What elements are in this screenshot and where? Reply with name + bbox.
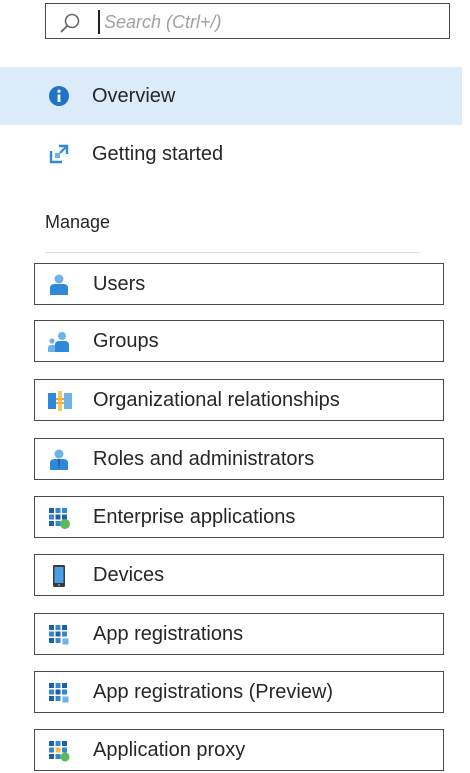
search-input[interactable] bbox=[98, 10, 444, 34]
user-icon bbox=[47, 273, 71, 297]
manage-item-users[interactable]: Users bbox=[34, 263, 444, 305]
enterprise-apps-icon bbox=[47, 506, 71, 530]
manage-item-organizational-relationships[interactable]: Organizational relationships bbox=[34, 379, 444, 421]
manage-item-label: Roles and administrators bbox=[93, 448, 315, 470]
manage-item-label: Organizational relationships bbox=[93, 389, 340, 411]
org-relationships-icon bbox=[47, 389, 72, 413]
app-registrations-preview-icon bbox=[47, 681, 71, 705]
manage-item-label: Enterprise applications bbox=[93, 506, 296, 528]
manage-item-app-registrations[interactable]: App registrations bbox=[34, 613, 444, 655]
manage-item-label: Application proxy bbox=[93, 739, 246, 761]
nav-item-overview[interactable]: Overview bbox=[0, 67, 462, 125]
device-icon bbox=[47, 564, 71, 588]
manage-item-groups[interactable]: Groups bbox=[34, 320, 444, 362]
search-icon bbox=[59, 12, 81, 34]
nav-item-label: Getting started bbox=[92, 142, 224, 165]
nav-item-getting-started[interactable]: Getting started bbox=[0, 125, 462, 183]
manage-item-label: Devices bbox=[93, 564, 165, 586]
group-icon bbox=[47, 330, 71, 354]
roles-icon bbox=[47, 448, 71, 472]
manage-item-label: App registrations (Preview) bbox=[93, 681, 334, 703]
manage-item-enterprise-applications[interactable]: Enterprise applications bbox=[34, 496, 444, 538]
search-box[interactable] bbox=[45, 3, 450, 39]
quickstart-icon bbox=[47, 142, 71, 166]
manage-item-label: Groups bbox=[93, 330, 159, 352]
manage-item-label: Users bbox=[93, 273, 146, 295]
manage-item-label: App registrations bbox=[93, 623, 244, 645]
application-proxy-icon bbox=[47, 739, 71, 763]
manage-item-app-registrations-preview[interactable]: App registrations (Preview) bbox=[34, 671, 444, 713]
app-registrations-icon bbox=[47, 623, 71, 647]
section-header-manage: Manage bbox=[45, 212, 111, 232]
manage-item-roles-and-administrators[interactable]: Roles and administrators bbox=[34, 438, 444, 480]
info-icon bbox=[47, 84, 71, 108]
manage-item-application-proxy[interactable]: Application proxy bbox=[34, 729, 444, 771]
nav-item-label: Overview bbox=[92, 84, 176, 107]
manage-item-devices[interactable]: Devices bbox=[34, 554, 444, 596]
section-divider bbox=[45, 252, 420, 253]
